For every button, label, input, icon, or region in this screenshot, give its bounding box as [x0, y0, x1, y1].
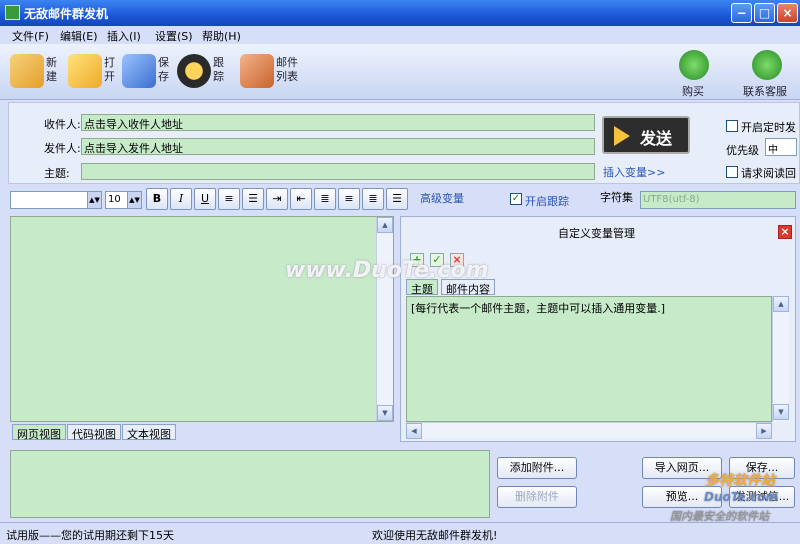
enable-tracking-label: 开启跟踪	[525, 195, 569, 208]
menu-bar: 文件(F) 编辑(E) 插入(I) 设置(S) 帮助(H)	[0, 26, 800, 44]
indent-icon[interactable]: ⇥	[266, 188, 288, 210]
charset-label: 字符集	[600, 191, 633, 204]
window-title: 无敌邮件群发机	[24, 7, 109, 21]
var-scroll-up-icon[interactable]: ▲	[773, 296, 789, 312]
contact-label[interactable]: 联系客服	[743, 83, 787, 99]
scroll-up-icon[interactable]: ▲	[377, 217, 393, 233]
status-bar: 试用版——您的试用期还剩下15天 欢迎使用无敌邮件群发机!	[0, 522, 800, 544]
center-watermark: www.DuoTe.com	[285, 258, 489, 283]
bullet-list-icon[interactable]: ☰	[242, 188, 264, 210]
priority-label: 优先级	[726, 144, 759, 157]
scheduled-send-label: 开启定时发	[741, 121, 796, 134]
menu-file[interactable]: 文件(F)	[12, 28, 49, 44]
scheduled-send-checkbox[interactable]	[726, 120, 738, 132]
font-dropdown-icon[interactable]: ▲▼	[87, 192, 101, 208]
outdent-icon[interactable]: ⇤	[290, 188, 312, 210]
close-button[interactable]: ×	[777, 3, 798, 23]
tab-web-view[interactable]: 网页视图	[12, 424, 66, 441]
menu-help[interactable]: 帮助(H)	[202, 28, 241, 44]
var-scroll-down-icon[interactable]: ▼	[773, 404, 789, 420]
play-arrow-icon	[614, 126, 630, 146]
charset-select[interactable]: UTF8(utf-8)	[640, 191, 796, 209]
subject-field[interactable]	[81, 163, 595, 180]
read-receipt-label: 请求阅读回	[741, 167, 796, 180]
save-button[interactable]: 保存	[122, 52, 176, 92]
camera-icon	[177, 54, 211, 88]
subject-label: 主题:	[44, 167, 70, 180]
size-dropdown-icon[interactable]: ▲▼	[127, 192, 141, 208]
bold-button[interactable]: B	[146, 188, 168, 210]
title-bar: 无敌邮件群发机 − □ ×	[0, 0, 800, 26]
maximize-button[interactable]: □	[754, 3, 775, 23]
mail-list-button[interactable]: 邮件列表	[240, 52, 304, 92]
corner-watermark-brand: 多特软件站	[705, 473, 775, 489]
variable-content-area[interactable]: [每行代表一个邮件主题，主题中可以插入通用变量.]	[406, 296, 772, 422]
insert-variable-link[interactable]: 插入变量>>	[603, 164, 665, 180]
tab-code-view[interactable]: 代码视图	[67, 424, 121, 441]
tab-text-view[interactable]: 文本视图	[122, 424, 176, 441]
menu-edit[interactable]: 编辑(E)	[60, 28, 98, 44]
read-receipt-checkbox[interactable]	[726, 166, 738, 178]
font-select[interactable]: ▲▼	[10, 191, 102, 209]
to-field[interactable]: 点击导入收件人地址	[81, 114, 595, 131]
remove-attachment-button[interactable]: 删除附件	[497, 486, 577, 508]
enable-tracking-checkbox[interactable]: ✓	[510, 193, 522, 205]
new-file-icon	[10, 54, 44, 88]
priority-select[interactable]: 中	[765, 138, 797, 156]
toolbar: 新建 打开 保存 跟踪 邮件列表 购买 联系客服	[0, 44, 800, 100]
attachment-list[interactable]	[10, 450, 490, 518]
shopping-cart-icon[interactable]	[679, 50, 709, 80]
close-panel-icon[interactable]: ×	[778, 225, 792, 239]
open-button[interactable]: 打开	[68, 52, 122, 92]
mail-editor[interactable]	[10, 216, 394, 422]
buy-label[interactable]: 购买	[682, 83, 704, 99]
from-field[interactable]: 点击导入发件人地址	[81, 138, 595, 155]
underline-button[interactable]: U	[194, 188, 216, 210]
from-label: 发件人:	[44, 142, 81, 155]
folder-icon	[68, 54, 102, 88]
floppy-icon	[122, 54, 156, 88]
menu-settings[interactable]: 设置(S)	[155, 28, 193, 44]
scroll-down-icon[interactable]: ▼	[377, 405, 393, 421]
var-scroll-right-icon[interactable]: ▶	[756, 423, 772, 439]
variable-hscrollbar[interactable]: ◀ ▶	[406, 422, 772, 439]
variable-manager-title: 自定义变量管理	[558, 227, 635, 240]
advanced-variable-button[interactable]: 高级变量	[408, 188, 476, 210]
align-left-icon[interactable]: ≣	[314, 188, 336, 210]
align-right-icon[interactable]: ≣	[362, 188, 384, 210]
font-size-select[interactable]: 10 ▲▼	[105, 191, 142, 209]
align-center-icon[interactable]: ≡	[338, 188, 360, 210]
new-button[interactable]: 新建	[10, 52, 64, 92]
italic-button[interactable]: I	[170, 188, 192, 210]
to-label: 收件人:	[44, 118, 81, 131]
status-right: 欢迎使用无敌邮件群发机!	[372, 529, 498, 542]
variable-vscrollbar[interactable]: ▲ ▼	[772, 296, 789, 422]
app-icon	[5, 5, 20, 20]
status-left: 试用版——您的试用期还剩下15天	[6, 529, 174, 542]
menu-insert[interactable]: 插入(I)	[107, 28, 141, 44]
track-button[interactable]: 跟踪	[177, 52, 231, 92]
add-attachment-button[interactable]: 添加附件...	[497, 457, 577, 479]
corner-watermark-url: DuoTe.com	[704, 490, 778, 504]
contacts-icon	[240, 54, 274, 88]
editor-scrollbar[interactable]: ▲ ▼	[376, 217, 393, 421]
numbered-list-icon[interactable]: ≡	[218, 188, 240, 210]
var-scroll-left-icon[interactable]: ◀	[406, 423, 422, 439]
justify-icon[interactable]: ☰	[386, 188, 408, 210]
send-button[interactable]: 发送	[602, 116, 690, 154]
customer-service-icon[interactable]	[752, 50, 782, 80]
minimize-button[interactable]: −	[731, 3, 752, 23]
